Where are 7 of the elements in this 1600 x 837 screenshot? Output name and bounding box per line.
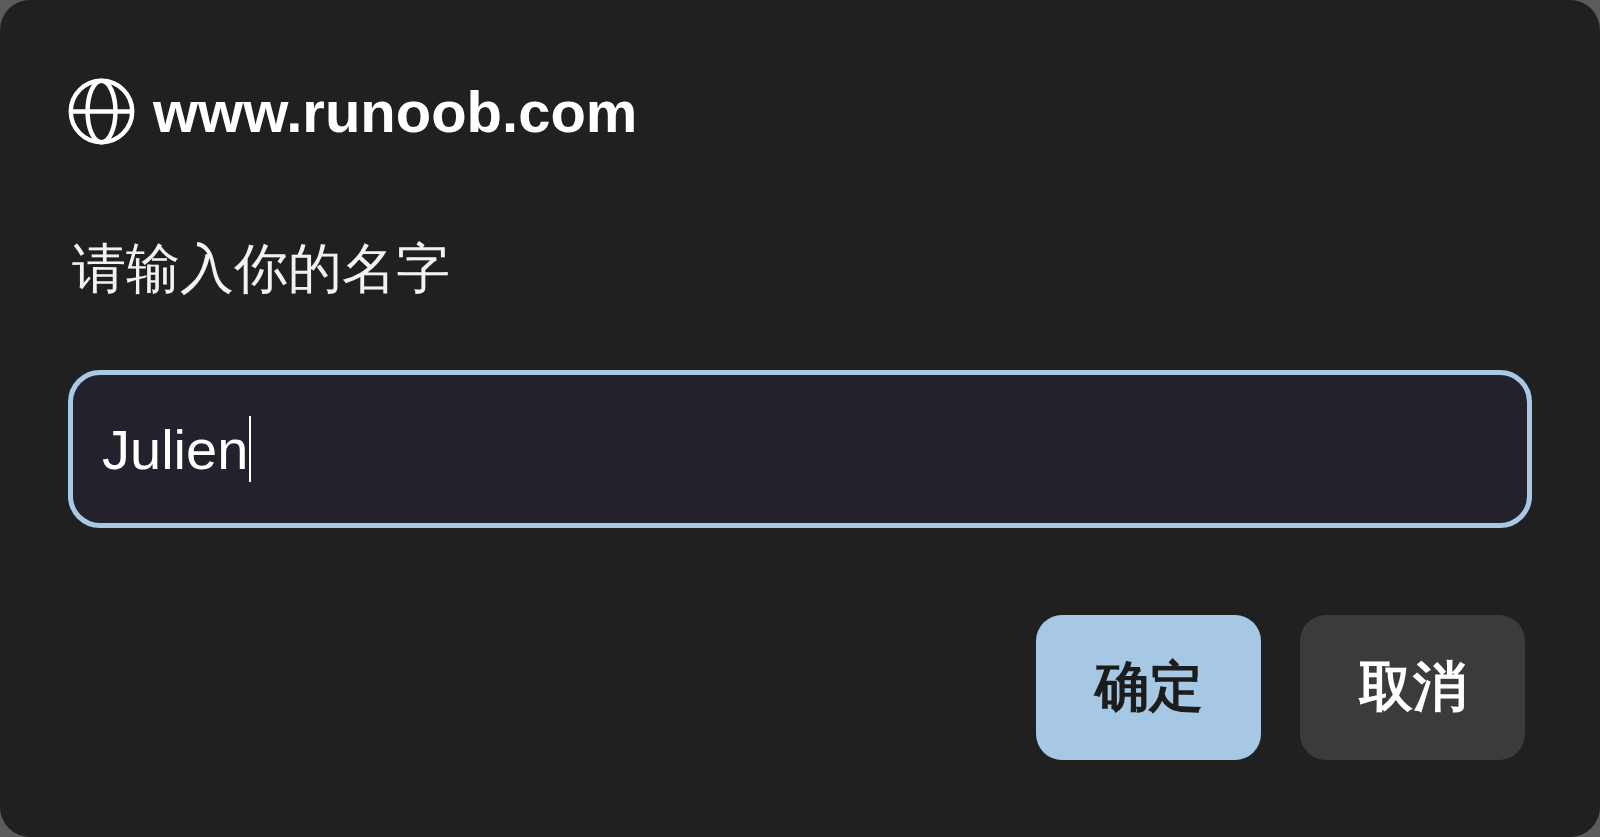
text-cursor-icon bbox=[249, 416, 252, 482]
globe-icon bbox=[68, 78, 135, 145]
input-field[interactable]: Julien bbox=[68, 370, 1532, 528]
prompt-message: 请输入你的名字 bbox=[71, 236, 451, 301]
site-address: www.runoob.com bbox=[153, 78, 638, 145]
cancel-button[interactable]: 取消 bbox=[1300, 615, 1525, 760]
ok-button[interactable]: 确定 bbox=[1036, 615, 1261, 760]
